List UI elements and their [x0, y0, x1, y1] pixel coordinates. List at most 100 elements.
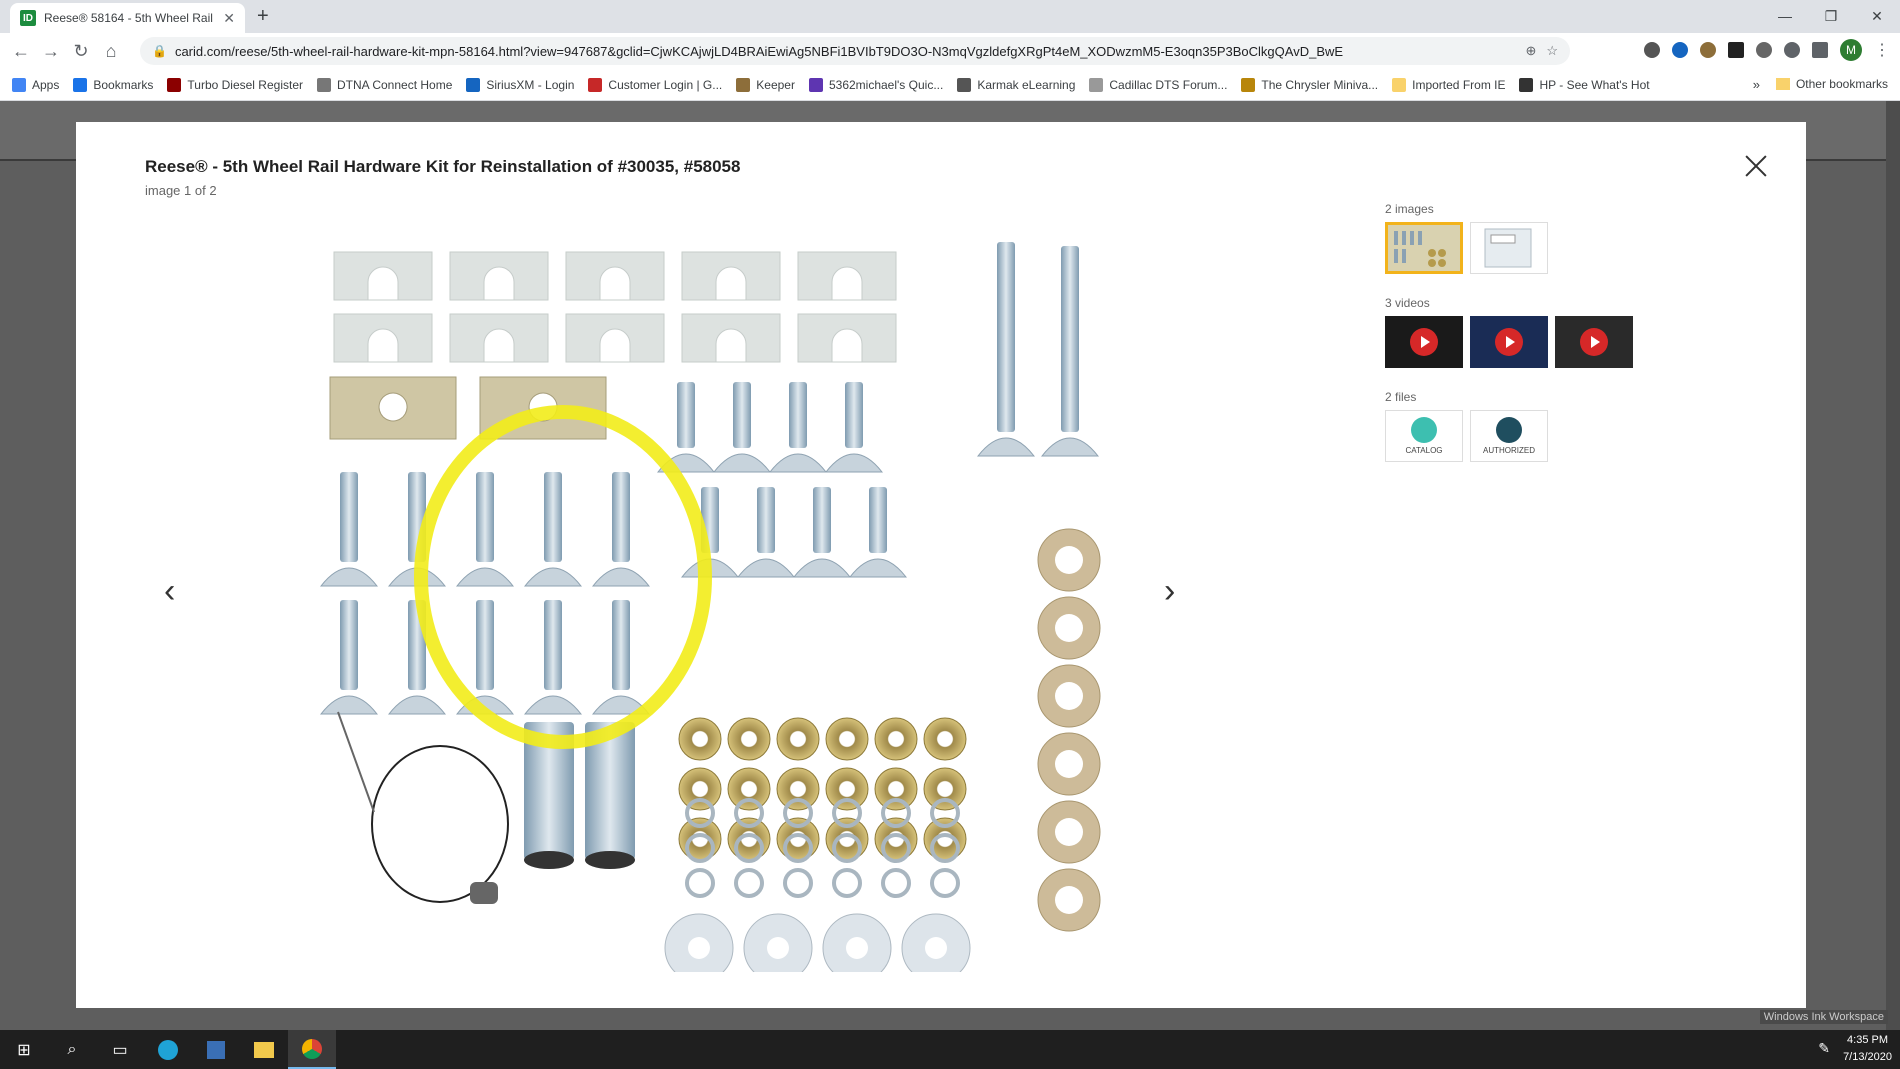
- package-bag-thumb-icon: [1471, 223, 1547, 273]
- hex-nut-icon: [825, 767, 869, 811]
- bookmark-favicon-icon: [1392, 77, 1407, 92]
- hex-nut-icon: [678, 767, 722, 811]
- bolt-icon: [340, 472, 358, 562]
- bolt-icon: [612, 472, 630, 562]
- bookmark-item[interactable]: The Chrysler Miniva...: [1241, 77, 1379, 92]
- page-scrollbar[interactable]: [1886, 101, 1900, 1030]
- bolt-head-icon: [1040, 437, 1100, 457]
- previous-image-arrow[interactable]: ‹: [164, 572, 175, 611]
- tab-strip: ID Reese® 58164 - 5th Wheel Rail H ✕ + —…: [0, 0, 1900, 33]
- lock-icon[interactable]: 🔒: [152, 44, 167, 58]
- next-image-arrow[interactable]: ›: [1164, 572, 1175, 611]
- home-button[interactable]: ⌂: [96, 41, 126, 62]
- spacer-block-icon: [565, 313, 665, 363]
- menu-kebab-icon[interactable]: ⋮: [1874, 40, 1890, 60]
- hex-nut-icon: [825, 717, 869, 761]
- extension-icon[interactable]: [1756, 42, 1772, 58]
- bookmarks-bar: Apps Bookmarks Turbo Diesel Register DTNA C…: [0, 69, 1900, 101]
- extensions-area: M ⋮: [1644, 39, 1890, 61]
- other-bookmarks-folder[interactable]: Other bookmarks: [1775, 77, 1888, 91]
- sleeve-end-icon: [585, 851, 635, 869]
- pen-icon[interactable]: ✎: [1818, 1040, 1830, 1057]
- extension-icon[interactable]: [1644, 42, 1660, 58]
- bookmark-item[interactable]: Customer Login | G...: [588, 77, 722, 92]
- washer-hole-icon: [925, 937, 947, 959]
- bookmark-star-icon[interactable]: ☆: [1546, 43, 1558, 59]
- image-thumbnail-2[interactable]: [1470, 222, 1548, 274]
- bookmark-item[interactable]: Turbo Diesel Register: [167, 77, 303, 92]
- bookmark-item[interactable]: Cadillac DTS Forum...: [1089, 77, 1227, 92]
- video-thumbnail-3[interactable]: [1555, 316, 1633, 368]
- bolt-icon: [845, 382, 863, 448]
- image-thumbnail-1[interactable]: [1385, 222, 1463, 274]
- reading-list-icon[interactable]: [1812, 42, 1828, 58]
- reload-button[interactable]: ↻: [66, 41, 96, 62]
- system-clock[interactable]: 4:35 PM 7/13/2020: [1843, 1032, 1892, 1066]
- close-button[interactable]: [1742, 152, 1770, 180]
- file-explorer-icon[interactable]: [240, 1030, 288, 1069]
- washer-hole-icon: [767, 937, 789, 959]
- bookmark-label: Karmak eLearning: [977, 77, 1076, 92]
- bookmark-favicon-icon: [957, 77, 972, 92]
- address-bar[interactable]: 🔒 carid.com/reese/5th-wheel-rail-hardwar…: [140, 37, 1570, 65]
- windows-start-icon[interactable]: ⊞: [0, 1030, 48, 1069]
- bolt-icon: [677, 382, 695, 448]
- lock-washer-icon: [783, 868, 813, 898]
- browser-tab[interactable]: ID Reese® 58164 - 5th Wheel Rail H ✕: [10, 3, 245, 33]
- video-thumbnail-2[interactable]: [1470, 316, 1548, 368]
- bookmark-item[interactable]: Keeper: [736, 77, 795, 92]
- edge-icon[interactable]: [144, 1030, 192, 1069]
- bolt-icon: [813, 487, 831, 553]
- spacer-block-icon: [797, 251, 897, 301]
- cable-wire-icon: [337, 711, 375, 813]
- app-icon[interactable]: [192, 1030, 240, 1069]
- minimize-button[interactable]: —: [1762, 2, 1808, 30]
- bookmark-item[interactable]: SiriusXM - Login: [466, 77, 574, 92]
- hex-nut-icon: [727, 767, 771, 811]
- bookmark-label: The Chrysler Miniva...: [1261, 77, 1379, 92]
- extension-icon[interactable]: [1728, 42, 1744, 58]
- catalog-label: CATALOG: [1405, 446, 1443, 455]
- bolt-head-icon: [848, 558, 908, 578]
- video-thumbnail-1[interactable]: [1385, 316, 1463, 368]
- bookmark-item[interactable]: Apps: [12, 77, 59, 92]
- new-tab-button[interactable]: +: [257, 5, 269, 28]
- bookmark-label: Turbo Diesel Register: [187, 77, 303, 92]
- tab-close-icon[interactable]: ✕: [223, 10, 235, 27]
- authorized-file[interactable]: AUTHORIZED: [1470, 410, 1548, 462]
- bookmark-item[interactable]: HP - See What's Hot: [1519, 77, 1650, 92]
- washer-hole-icon: [1055, 818, 1083, 846]
- chrome-taskbar-icon[interactable]: [288, 1030, 336, 1069]
- bolt-icon: [612, 600, 630, 690]
- bookmark-item[interactable]: DTNA Connect Home: [317, 77, 452, 92]
- bookmarks-overflow-button[interactable]: »: [1753, 77, 1760, 92]
- task-view-icon[interactable]: ▭: [96, 1030, 144, 1069]
- url-text: carid.com/reese/5th-wheel-rail-hardware-…: [174, 43, 1344, 59]
- windows-taskbar: ⊞ ⌕ ▭ ✎ 4:35 PM 7/13/2020: [0, 1030, 1900, 1069]
- puzzle-icon[interactable]: [1784, 42, 1800, 58]
- install-icon[interactable]: ⊕: [1525, 43, 1536, 59]
- extension-icon[interactable]: [1672, 42, 1688, 58]
- forward-button[interactable]: →: [36, 41, 66, 62]
- keeper-extension-icon[interactable]: [1700, 42, 1716, 58]
- bolt-icon: [544, 472, 562, 562]
- bookmark-item[interactable]: Imported From IE: [1392, 77, 1505, 92]
- bolt-head-icon: [768, 453, 828, 473]
- window-close-button[interactable]: ✕: [1854, 2, 1900, 30]
- washer-hole-icon: [846, 937, 868, 959]
- catalog-file[interactable]: CATALOG: [1385, 410, 1463, 462]
- bookmark-item[interactable]: Karmak eLearning: [957, 77, 1076, 92]
- back-button[interactable]: ←: [6, 41, 36, 62]
- files-label: 2 files: [1385, 390, 1417, 404]
- cable-loop-icon: [371, 745, 509, 903]
- bolt-head-icon: [591, 567, 651, 587]
- bookmark-favicon-icon: [736, 77, 751, 92]
- washer-hole-icon: [1055, 682, 1083, 710]
- search-icon[interactable]: ⌕: [48, 1030, 96, 1069]
- washer-hole-icon: [1055, 614, 1083, 642]
- bookmark-item[interactable]: 5362michael's Quic...: [808, 77, 943, 92]
- profile-avatar[interactable]: M: [1840, 39, 1862, 61]
- bookmark-item[interactable]: Bookmarks: [73, 77, 153, 92]
- bolt-icon: [340, 600, 358, 690]
- restore-button[interactable]: ❐: [1808, 2, 1854, 30]
